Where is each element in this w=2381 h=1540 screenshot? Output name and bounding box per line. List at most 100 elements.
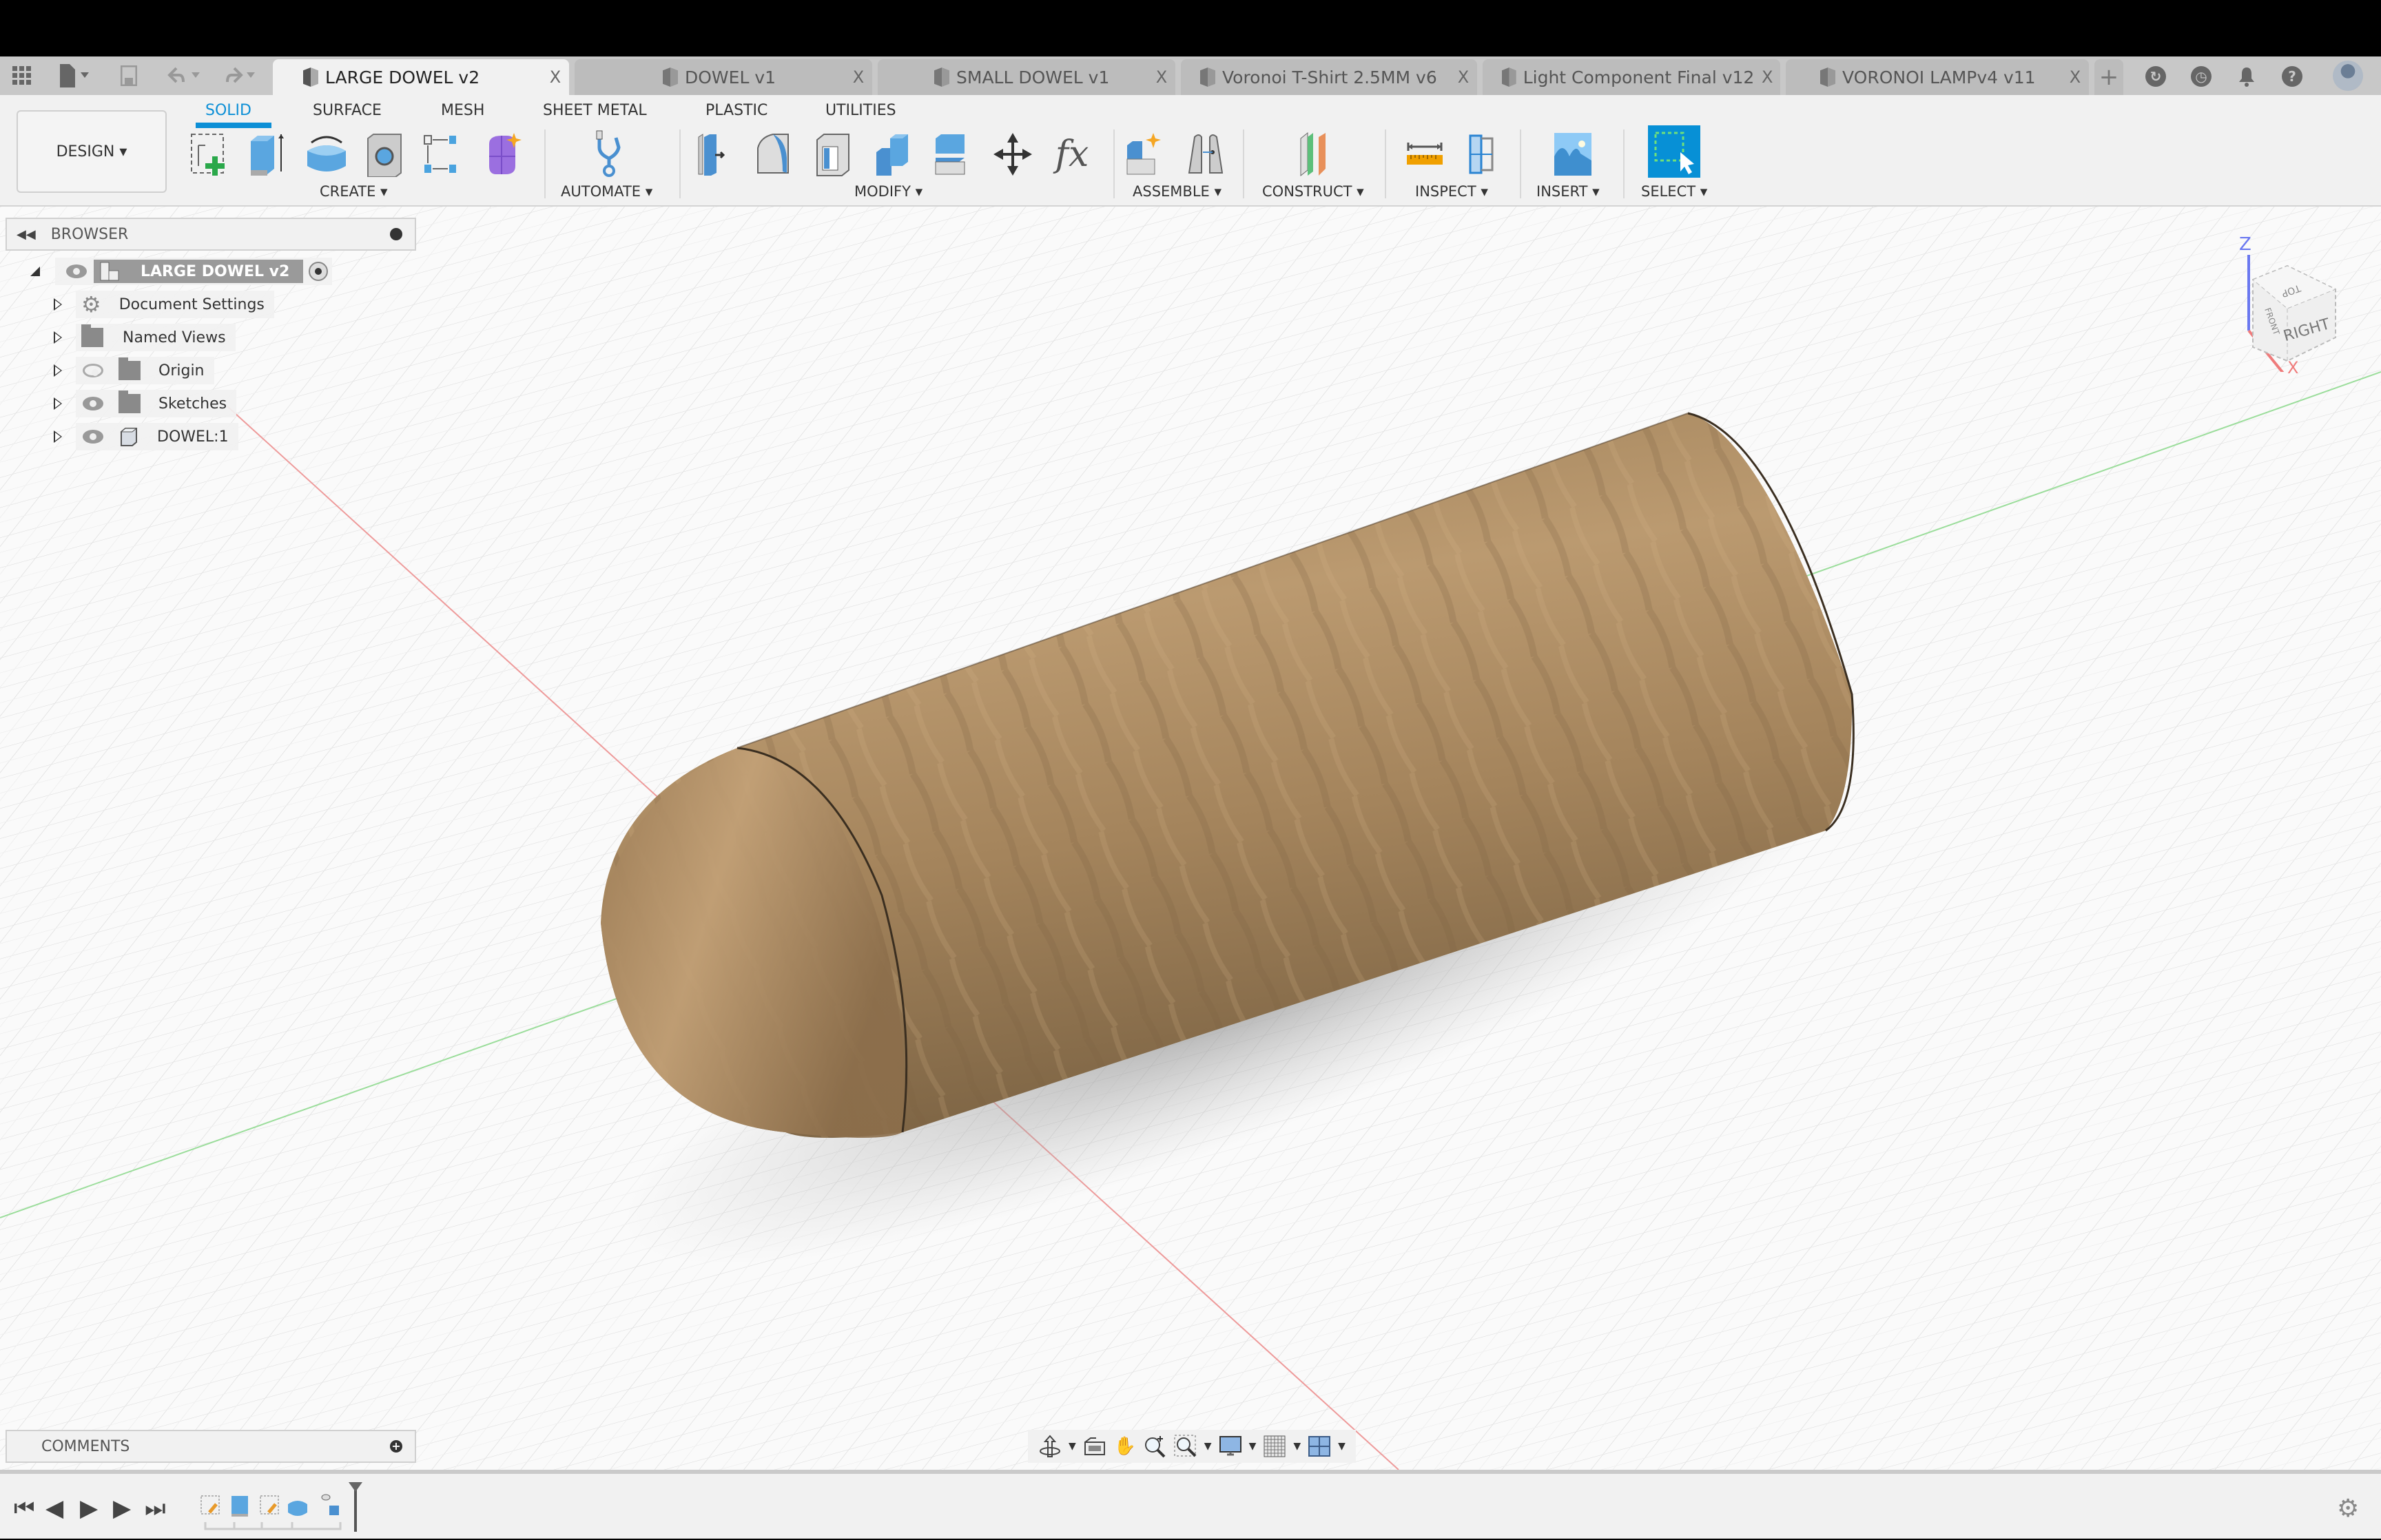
grid-snaps-icon[interactable] <box>1263 1435 1286 1457</box>
browser-item-dowel-1[interactable]: DOWEL:1 <box>54 423 238 450</box>
offset-face-icon[interactable] <box>929 129 976 179</box>
expand-arrow-icon[interactable] <box>54 397 62 410</box>
offset-plane-icon[interactable] <box>1291 129 1338 179</box>
change-parameters-icon[interactable]: fx <box>1049 129 1095 179</box>
viewports-icon[interactable] <box>1308 1436 1331 1457</box>
grid-dropdown-caret[interactable]: ▼ <box>1293 1441 1301 1452</box>
timeline-extrude-icon[interactable] <box>231 1496 248 1517</box>
timeline-last-button[interactable]: ⏭ <box>145 1495 166 1522</box>
revolve-icon[interactable] <box>303 129 350 179</box>
browser-item-sketches[interactable]: Sketches <box>54 390 237 417</box>
measure-icon[interactable] <box>1401 129 1448 179</box>
display-dropdown-caret[interactable]: ▼ <box>1249 1441 1257 1452</box>
tab-close-button[interactable]: X <box>1450 67 1477 87</box>
press-pull-icon[interactable] <box>692 129 739 179</box>
browser-pin-icon[interactable] <box>390 228 402 240</box>
pattern-icon[interactable] <box>419 129 466 179</box>
browser-root-node[interactable]: LARGE DOWEL v2 <box>30 258 333 285</box>
tab-large-dowel-v2[interactable]: LARGE DOWEL v2 X <box>273 59 569 95</box>
tab-close-button[interactable]: X <box>1148 67 1175 87</box>
viewports-dropdown-caret[interactable]: ▼ <box>1338 1441 1346 1452</box>
file-menu-icon[interactable] <box>55 62 96 90</box>
extrude-icon[interactable] <box>244 129 291 179</box>
joint-icon[interactable] <box>1182 129 1229 179</box>
activate-component-radio[interactable] <box>309 262 329 281</box>
browser-panel-header[interactable]: ◀◀ BROWSER <box>6 218 416 251</box>
orbit-icon[interactable] <box>1038 1435 1062 1457</box>
tab-close-button[interactable]: X <box>542 67 569 87</box>
expand-arrow-icon[interactable] <box>54 364 62 377</box>
browser-item-document-settings[interactable]: ⚙ Document Settings <box>54 291 274 318</box>
expand-arrow-icon[interactable] <box>54 430 62 443</box>
3d-canvas-viewport[interactable]: ◀◀ BROWSER LARGE DOWEL v2 ⚙ Document Set… <box>0 207 2381 1470</box>
tab-utilities[interactable]: UTILITIES <box>825 102 896 119</box>
timeline-next-button[interactable]: ▶ <box>113 1495 131 1522</box>
timeline-first-button[interactable]: ⏮ <box>14 1495 35 1522</box>
save-icon[interactable] <box>118 62 139 90</box>
collapse-triangle-icon[interactable] <box>30 267 40 276</box>
visibility-hidden-icon[interactable] <box>83 364 103 377</box>
tab-close-button[interactable]: X <box>2061 67 2089 87</box>
expand-arrow-icon[interactable] <box>54 298 62 311</box>
move-copy-icon[interactable] <box>989 129 1036 179</box>
comments-panel-header[interactable]: COMMENTS + <box>6 1430 416 1463</box>
browser-item-named-views[interactable]: Named Views <box>54 324 236 351</box>
new-tab-button[interactable]: + <box>2094 59 2123 95</box>
tab-surface[interactable]: SURFACE <box>313 102 382 119</box>
automate-icon[interactable] <box>587 129 634 179</box>
undo-icon[interactable] <box>163 62 204 90</box>
select-menu[interactable]: SELECT ▾ <box>1641 183 1707 200</box>
tab-sheet-metal[interactable]: SHEET METAL <box>543 102 647 119</box>
add-comment-icon[interactable]: + <box>390 1440 402 1453</box>
tab-solid[interactable]: SOLID <box>205 102 251 119</box>
notifications-icon[interactable] <box>2236 66 2257 87</box>
zoom-icon[interactable] <box>1144 1436 1167 1458</box>
tab-voronoi-lamp[interactable]: VORONOI LAMPv4 v11 X <box>1786 59 2089 95</box>
inspect-menu[interactable]: INSPECT ▾ <box>1415 183 1488 200</box>
look-at-icon[interactable] <box>1083 1436 1106 1457</box>
create-sketch-icon[interactable] <box>186 129 233 179</box>
tab-mesh[interactable]: MESH <box>441 102 484 119</box>
orbit-dropdown-caret[interactable]: ▼ <box>1069 1441 1076 1452</box>
hole-icon[interactable] <box>361 129 408 179</box>
fillet-icon[interactable] <box>751 129 798 179</box>
timeline-previous-button[interactable]: ◀ <box>45 1495 63 1522</box>
fit-window-icon[interactable] <box>1174 1435 1197 1457</box>
history-icon[interactable]: ◷ <box>2191 66 2212 87</box>
user-avatar[interactable] <box>2333 61 2363 91</box>
tab-small-dowel-v1[interactable]: SMALL DOWEL v1 X <box>878 59 1175 95</box>
tab-dowel-v1[interactable]: DOWEL v1 X <box>575 59 872 95</box>
pan-hand-icon[interactable]: ✋ <box>1113 1436 1137 1457</box>
shell-icon[interactable] <box>810 129 857 179</box>
collapse-browser-icon[interactable]: ◀◀ <box>17 227 36 242</box>
new-component-icon[interactable] <box>1120 129 1167 179</box>
timeline-revolve-icon[interactable] <box>288 1501 307 1516</box>
insert-menu[interactable]: INSERT ▾ <box>1536 183 1600 200</box>
interference-icon[interactable] <box>1459 129 1506 179</box>
visibility-eye-icon[interactable] <box>66 264 87 278</box>
browser-item-origin[interactable]: Origin <box>54 357 214 384</box>
viewcube[interactable]: RIGHT TOP FRONT Z X <box>2239 234 2377 377</box>
timeline-play-button[interactable]: ▶ <box>80 1495 98 1522</box>
insert-canvas-icon[interactable] <box>1549 129 1596 179</box>
construct-menu[interactable]: CONSTRUCT ▾ <box>1262 183 1364 200</box>
timeline-convert-body-icon[interactable] <box>321 1494 339 1515</box>
assemble-menu[interactable]: ASSEMBLE ▾ <box>1133 183 1222 200</box>
job-status-icon[interactable]: ↻ <box>2145 66 2166 87</box>
combine-icon[interactable] <box>869 129 916 179</box>
create-form-icon[interactable] <box>480 129 526 179</box>
tab-close-button[interactable]: X <box>845 67 872 87</box>
visibility-eye-icon[interactable] <box>83 397 103 410</box>
tab-close-button[interactable]: X <box>1754 67 1780 87</box>
timeline-settings-gear-icon[interactable]: ⚙ <box>2337 1495 2359 1523</box>
tab-voronoi-tshirt[interactable]: Voronoi T-Shirt 2.5MM v6 X <box>1181 59 1477 95</box>
root-component-label[interactable]: LARGE DOWEL v2 <box>94 260 304 283</box>
tab-plastic[interactable]: PLASTIC <box>705 102 767 119</box>
select-tool-icon[interactable] <box>1648 125 1700 178</box>
automate-menu[interactable]: AUTOMATE ▾ <box>561 183 652 200</box>
workspace-switcher[interactable]: DESIGN ▾ <box>17 110 167 193</box>
display-settings-icon[interactable] <box>1219 1436 1242 1457</box>
redo-icon[interactable] <box>218 62 259 90</box>
timeline-sketch-icon[interactable] <box>260 1495 279 1515</box>
timeline-sketch-icon[interactable] <box>200 1495 220 1515</box>
